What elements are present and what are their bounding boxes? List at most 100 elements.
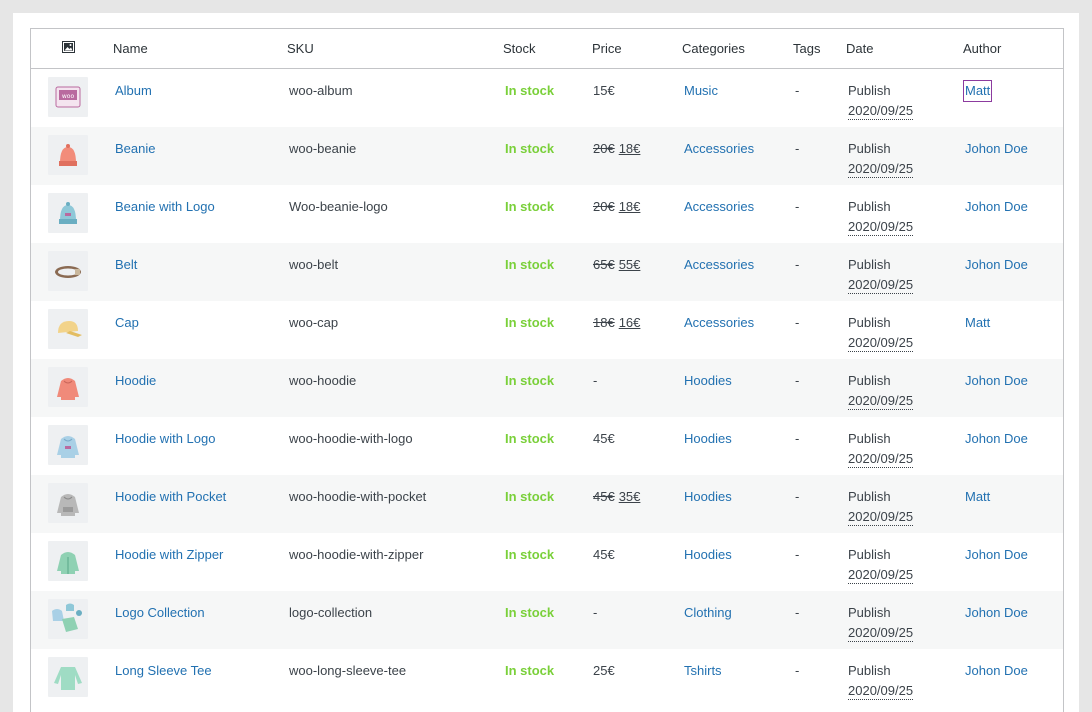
table-row[interactable]: Beanie woo-beanie In stock 20€ 18€ Access… [31,127,1063,185]
stock-status: In stock [505,663,555,678]
stock-status: In stock [505,489,555,504]
product-price: 45€ 35€ [593,487,640,507]
author-link[interactable]: Johon Doe [965,371,1028,391]
regular-price: 45€ [593,489,615,504]
hoodie-thumbnail[interactable] [48,367,88,407]
product-name-link[interactable]: Belt [115,255,137,275]
column-header-price[interactable]: Price [592,41,622,56]
publish-date: 2020/09/25 [848,683,914,700]
product-name-link[interactable]: Hoodie with Pocket [115,487,226,507]
author-link[interactable]: Matt [962,80,993,102]
category-link[interactable]: Hoodies [684,429,732,449]
table-row[interactable]: Belt woo-belt In stock 65€ 55€ Accessorie… [31,243,1063,301]
product-name-link[interactable]: Long Sleeve Tee [115,661,212,681]
regular-price: 20€ [593,141,615,156]
category-link[interactable]: Tshirts [684,661,722,681]
product-date: Publish 2020/09/25 [848,429,914,469]
column-header-sku[interactable]: SKU [287,41,314,56]
category-link[interactable]: Music [684,81,718,101]
image-icon[interactable] [62,41,75,53]
product-tags: - [795,373,800,388]
category-link[interactable]: Clothing [684,603,732,623]
column-header-stock: Stock [503,41,536,56]
author-link[interactable]: Johon Doe [965,661,1028,681]
table-row[interactable]: Cap woo-cap In stock 18€ 16€ Accessories … [31,301,1063,359]
category-link[interactable]: Hoodies [684,487,732,507]
product-name-link[interactable]: Album [115,81,152,101]
product-sku: woo-hoodie-with-logo [289,431,413,446]
table-row[interactable]: Long Sleeve Tee woo-long-sleeve-tee In s… [31,649,1063,707]
author-link[interactable]: Johon Doe [965,429,1028,449]
column-header-date[interactable]: Date [846,41,873,56]
category-link[interactable]: Hoodies [684,545,732,565]
category-link[interactable]: Accessories [684,139,754,159]
sale-price: 35€ [618,489,641,504]
author-link[interactable]: Johon Doe [965,197,1028,217]
product-name-link[interactable]: Hoodie with Zipper [115,545,223,565]
long-sleeve-tee-thumbnail[interactable] [48,657,88,697]
product-price: - [593,371,597,391]
stock-status: In stock [505,373,555,388]
column-header-tags: Tags [793,41,821,56]
logo-collection-thumbnail[interactable] [48,599,88,639]
product-date: Publish 2020/09/25 [848,139,914,179]
publish-date: 2020/09/25 [848,161,914,178]
category-link[interactable]: Accessories [684,313,754,333]
product-date: Publish 2020/09/25 [848,545,914,585]
table-row[interactable]: Hoodie with Pocket woo-hoodie-with-pocke… [31,475,1063,533]
table-row[interactable]: woo Album woo-album In stock 15€ Music -… [31,69,1063,127]
table-row[interactable]: Hoodie with Zipper woo-hoodie-with-zippe… [31,533,1063,591]
product-date: Publish 2020/09/25 [848,197,914,237]
beanie-logo-thumbnail[interactable] [48,193,88,233]
category-link[interactable]: Hoodies [684,371,732,391]
stock-status: In stock [505,315,555,330]
table-row[interactable]: Hoodie woo-hoodie In stock - Hoodies - P… [31,359,1063,417]
author-link[interactable]: Johon Doe [965,545,1028,565]
product-date: Publish 2020/09/25 [848,313,914,353]
belt-thumbnail[interactable] [48,251,88,291]
sale-price: 55€ [618,257,641,272]
author-link[interactable]: Johon Doe [965,139,1028,159]
product-name-link[interactable]: Beanie [115,139,155,159]
svg-text:woo: woo [62,93,75,100]
hoodie-logo-thumbnail[interactable] [48,425,88,465]
product-price: 20€ 18€ [593,139,640,159]
product-date: Publish 2020/09/25 [848,371,914,411]
table-row[interactable]: Logo Collection logo-collection In stock… [31,591,1063,649]
cap-thumbnail[interactable] [48,309,88,349]
price-value: 25€ [593,663,615,678]
column-header-author: Author [963,41,1002,56]
author-link[interactable]: Johon Doe [965,255,1028,275]
column-header-name[interactable]: Name [113,41,148,56]
author-link[interactable]: Matt [965,487,990,507]
sale-price: 18€ [618,141,641,156]
beanie-thumbnail[interactable] [48,135,88,175]
album-thumbnail[interactable]: woo [48,77,88,117]
hoodie-zipper-thumbnail[interactable] [48,541,88,581]
product-price: 65€ 55€ [593,255,640,275]
product-name-link[interactable]: Hoodie [115,371,156,391]
column-header-categories: Categories [682,41,745,56]
product-name-link[interactable]: Beanie with Logo [115,197,215,217]
product-tags: - [795,83,800,98]
publish-status: Publish [848,315,891,330]
product-date: Publish 2020/09/25 [848,661,914,701]
stock-status: In stock [505,431,555,446]
category-link[interactable]: Accessories [684,197,754,217]
product-name-link[interactable]: Cap [115,313,139,333]
table-row[interactable]: Hoodie with Logo woo-hoodie-with-logo In… [31,417,1063,475]
hoodie-pocket-thumbnail[interactable] [48,483,88,523]
product-name-link[interactable]: Logo Collection [115,603,205,623]
publish-status: Publish [848,547,891,562]
author-link[interactable]: Matt [965,313,990,333]
table-row[interactable]: Beanie with Logo Woo-beanie-logo In stoc… [31,185,1063,243]
product-tags: - [795,257,800,272]
author-link[interactable]: Johon Doe [965,603,1028,623]
price-value: 45€ [593,547,615,562]
product-sku: woo-belt [289,257,339,272]
category-link[interactable]: Accessories [684,255,754,275]
product-sku: woo-cap [289,315,339,330]
product-name-link[interactable]: Hoodie with Logo [115,429,215,449]
product-tags: - [795,199,800,214]
product-sku: woo-hoodie-with-pocket [289,489,427,504]
